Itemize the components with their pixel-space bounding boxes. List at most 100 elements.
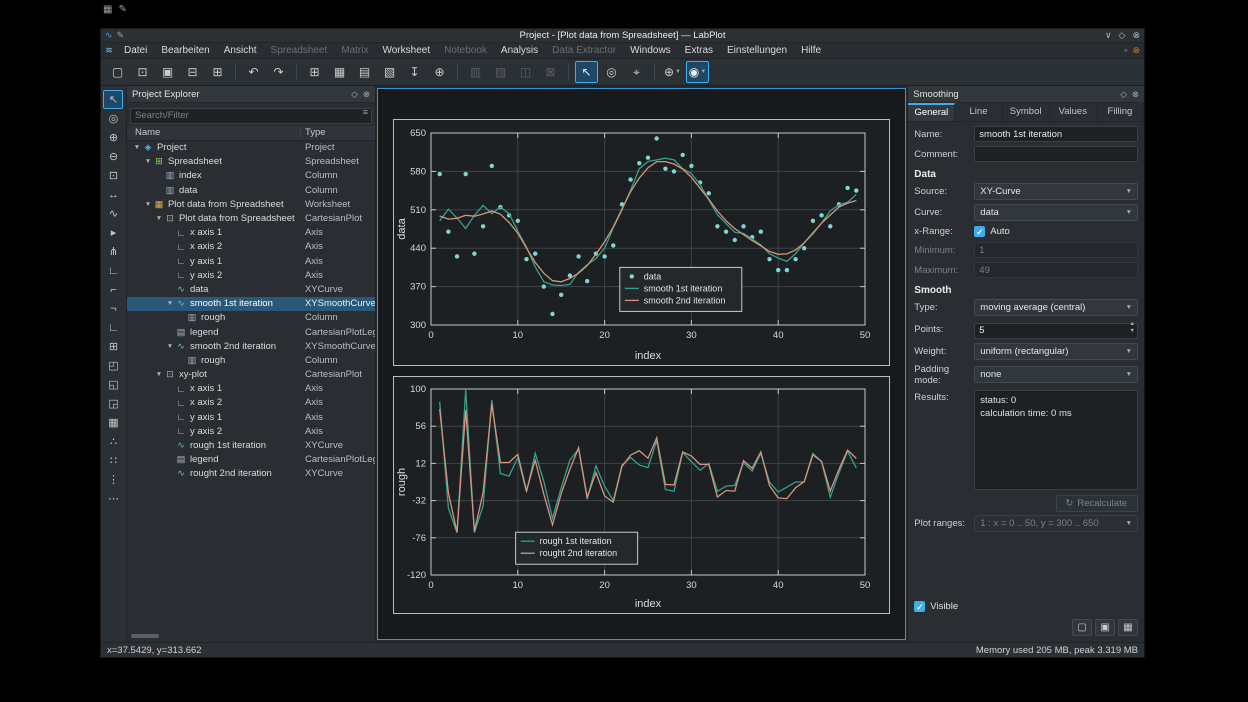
points-spinner[interactable] (974, 323, 1138, 339)
menu-hilfe[interactable]: Hilfe (794, 43, 828, 59)
horizontal-scrollbar[interactable] (131, 634, 159, 638)
save-template-button[interactable]: ▣ (1095, 619, 1115, 636)
plot-box-tool[interactable]: ◰ (103, 356, 123, 375)
plot1-canvas[interactable]: 01020304050300370440510580650indexdatada… (394, 120, 889, 365)
print-preview-button[interactable]: ⊞ (206, 61, 229, 83)
tree-row[interactable]: ∿rought 2nd iterationXYCurve (127, 467, 375, 481)
tree-row[interactable]: ▤legendCartesianPlotLegend (127, 325, 375, 339)
filter-icon[interactable]: ≡ (363, 107, 368, 117)
tree-row[interactable]: ▼⊡xy-plotCartesianPlot (127, 368, 375, 382)
grid-tool[interactable]: ▦ (103, 413, 123, 432)
tree-row[interactable]: ∟y axis 2Axis (127, 268, 375, 282)
source-dropdown[interactable]: XY-Curve ▼ (974, 183, 1138, 200)
new-matrix-button[interactable]: ▦ (328, 61, 351, 83)
worksheet-view[interactable]: 01020304050300370440510580650indexdatada… (377, 88, 906, 640)
weight-dropdown[interactable]: uniform (rectangular) ▼ (974, 343, 1138, 360)
tree-row[interactable]: ∿rough 1st iterationXYCurve (127, 438, 375, 452)
column-header-name[interactable]: Name (127, 127, 301, 138)
import-button[interactable]: ↧ (403, 61, 426, 83)
tree-row[interactable]: ▼▦Plot data from SpreadsheetWorksheet (127, 197, 375, 211)
pointer-mode-button[interactable]: ↖ (575, 61, 598, 83)
save-button[interactable]: ▣ (156, 61, 179, 83)
text-cursor-tool[interactable]: ↔ (103, 185, 123, 204)
expand-arrow-icon[interactable]: ▼ (154, 215, 164, 222)
close-button[interactable]: ⊗ (1132, 30, 1140, 41)
fork-tool[interactable]: ⋔ (103, 242, 123, 261)
tree-row[interactable]: ▥roughColumn (127, 353, 375, 367)
plot2-canvas[interactable]: 01020304050-120-76-321256100indexroughro… (394, 377, 889, 613)
tree-row[interactable]: ∟x axis 1Axis (127, 226, 375, 240)
tree-row[interactable]: ∟x axis 2Axis (127, 240, 375, 254)
expand-arrow-icon[interactable]: ▼ (143, 158, 153, 165)
split-view-button[interactable]: ◫ (514, 61, 537, 83)
menu-datei[interactable]: Datei (117, 43, 154, 59)
redo-button[interactable]: ↷ (267, 61, 290, 83)
tab-values[interactable]: Values (1050, 103, 1097, 121)
expand-arrow-icon[interactable]: ▼ (132, 144, 142, 151)
save-default-button[interactable]: ▦ (1118, 619, 1138, 636)
project-explorer-header[interactable]: Project Explorer ◇ ⊗ (127, 86, 375, 103)
zoom-select-mode-button[interactable]: ⌖ (625, 61, 648, 83)
menu-einstellungen[interactable]: Einstellungen (720, 43, 794, 59)
new-notebook-button[interactable]: ▧ (378, 61, 401, 83)
smoothing-dock-header[interactable]: Smoothing ◇ ⊗ (908, 86, 1144, 103)
type-dropdown[interactable]: moving average (central) ▼ (974, 299, 1138, 316)
tree-row[interactable]: ▥dataColumn (127, 183, 375, 197)
menu-ansicht[interactable]: Ansicht (217, 43, 264, 59)
crosshair-tool[interactable]: ◎ (103, 109, 123, 128)
titlebar[interactable]: ∿ ✎ Project - [Plot data from Spreadshee… (101, 29, 1144, 43)
curve-dropdown[interactable]: data ▼ (974, 204, 1138, 221)
column-header-type[interactable]: Type (301, 127, 375, 138)
zoom-menu-button[interactable]: ⊕▼ (661, 61, 684, 83)
tab-symbol[interactable]: Symbol (1003, 103, 1050, 121)
tree-row[interactable]: ▼∿smooth 2nd iterationXYSmoothCurve (127, 339, 375, 353)
auto-checkbox[interactable]: ✓ (974, 226, 985, 237)
undo-button[interactable]: ↶ (242, 61, 265, 83)
tree-row[interactable]: ▥roughColumn (127, 311, 375, 325)
minimize-button[interactable]: ∨ (1105, 30, 1112, 41)
scatter-tool[interactable]: ∴ (103, 432, 123, 451)
comment-field[interactable] (974, 146, 1138, 162)
tab-general[interactable]: General (908, 103, 955, 121)
name-field[interactable] (974, 126, 1138, 142)
plot-four-axes-tool[interactable]: ◱ (103, 375, 123, 394)
print-button[interactable]: ⊟ (181, 61, 204, 83)
load-template-button[interactable]: ▢ (1072, 619, 1092, 636)
axis-top-tool[interactable]: ¬ (103, 299, 123, 318)
more-horizontal-tool[interactable]: ⋯ (103, 489, 123, 508)
tree-row[interactable]: ∟x axis 2Axis (127, 396, 375, 410)
maximize-button[interactable]: ◇ (1119, 30, 1126, 41)
dock-float-icon[interactable]: ◇ (351, 89, 358, 100)
axis-bottom-tool[interactable]: ∟ (103, 261, 123, 280)
cartesian-plot-data[interactable]: 01020304050300370440510580650indexdatada… (393, 119, 890, 366)
spinner-arrows-icon[interactable]: ▲▼ (1130, 321, 1135, 335)
tree-row[interactable]: ▥indexColumn (127, 169, 375, 183)
tree-row[interactable]: ∟x axis 1Axis (127, 382, 375, 396)
curve-tool[interactable]: ∿ (103, 204, 123, 223)
dock-close-icon[interactable]: ⊗ (1132, 89, 1139, 100)
crosshair-mode-button[interactable]: ◎ (600, 61, 623, 83)
cascade-windows-button[interactable]: ▨ (489, 61, 512, 83)
more-vertical-tool[interactable]: ⋮ (103, 470, 123, 489)
tree-row[interactable]: ∟y axis 1Axis (127, 410, 375, 424)
tree-row[interactable]: ▼⊡Plot data from SpreadsheetCartesianPlo… (127, 211, 375, 225)
flag-tool[interactable]: ▸ (103, 223, 123, 242)
tree-row[interactable]: ∟y axis 2Axis (127, 424, 375, 438)
plot-frame-tool[interactable]: ◲ (103, 394, 123, 413)
dock-float-icon[interactable]: ◇ (1120, 89, 1127, 100)
axis-right-tool[interactable]: ∟ (103, 318, 123, 337)
new-spreadsheet-button[interactable]: ⊞ (303, 61, 326, 83)
select-tool[interactable]: ↖ (103, 90, 123, 109)
tree-row[interactable]: ∟y axis 1Axis (127, 254, 375, 268)
dock-close-icon[interactable]: ⊗ (363, 89, 370, 100)
tile-windows-button[interactable]: ▥ (464, 61, 487, 83)
menu-bearbeiten[interactable]: Bearbeiten (154, 43, 216, 59)
menu-analysis[interactable]: Analysis (494, 43, 545, 59)
tree-row[interactable]: ▼◈ProjectProject (127, 141, 375, 155)
new-folder-button[interactable]: ⊕ (428, 61, 451, 83)
expand-arrow-icon[interactable]: ▼ (143, 201, 153, 208)
tree-row[interactable]: ▼⊞SpreadsheetSpreadsheet (127, 155, 375, 169)
tab-filling[interactable]: Filling (1097, 103, 1144, 121)
tree-column-header[interactable]: Name Type (127, 126, 375, 141)
zoom-out-tool[interactable]: ⊖ (103, 147, 123, 166)
